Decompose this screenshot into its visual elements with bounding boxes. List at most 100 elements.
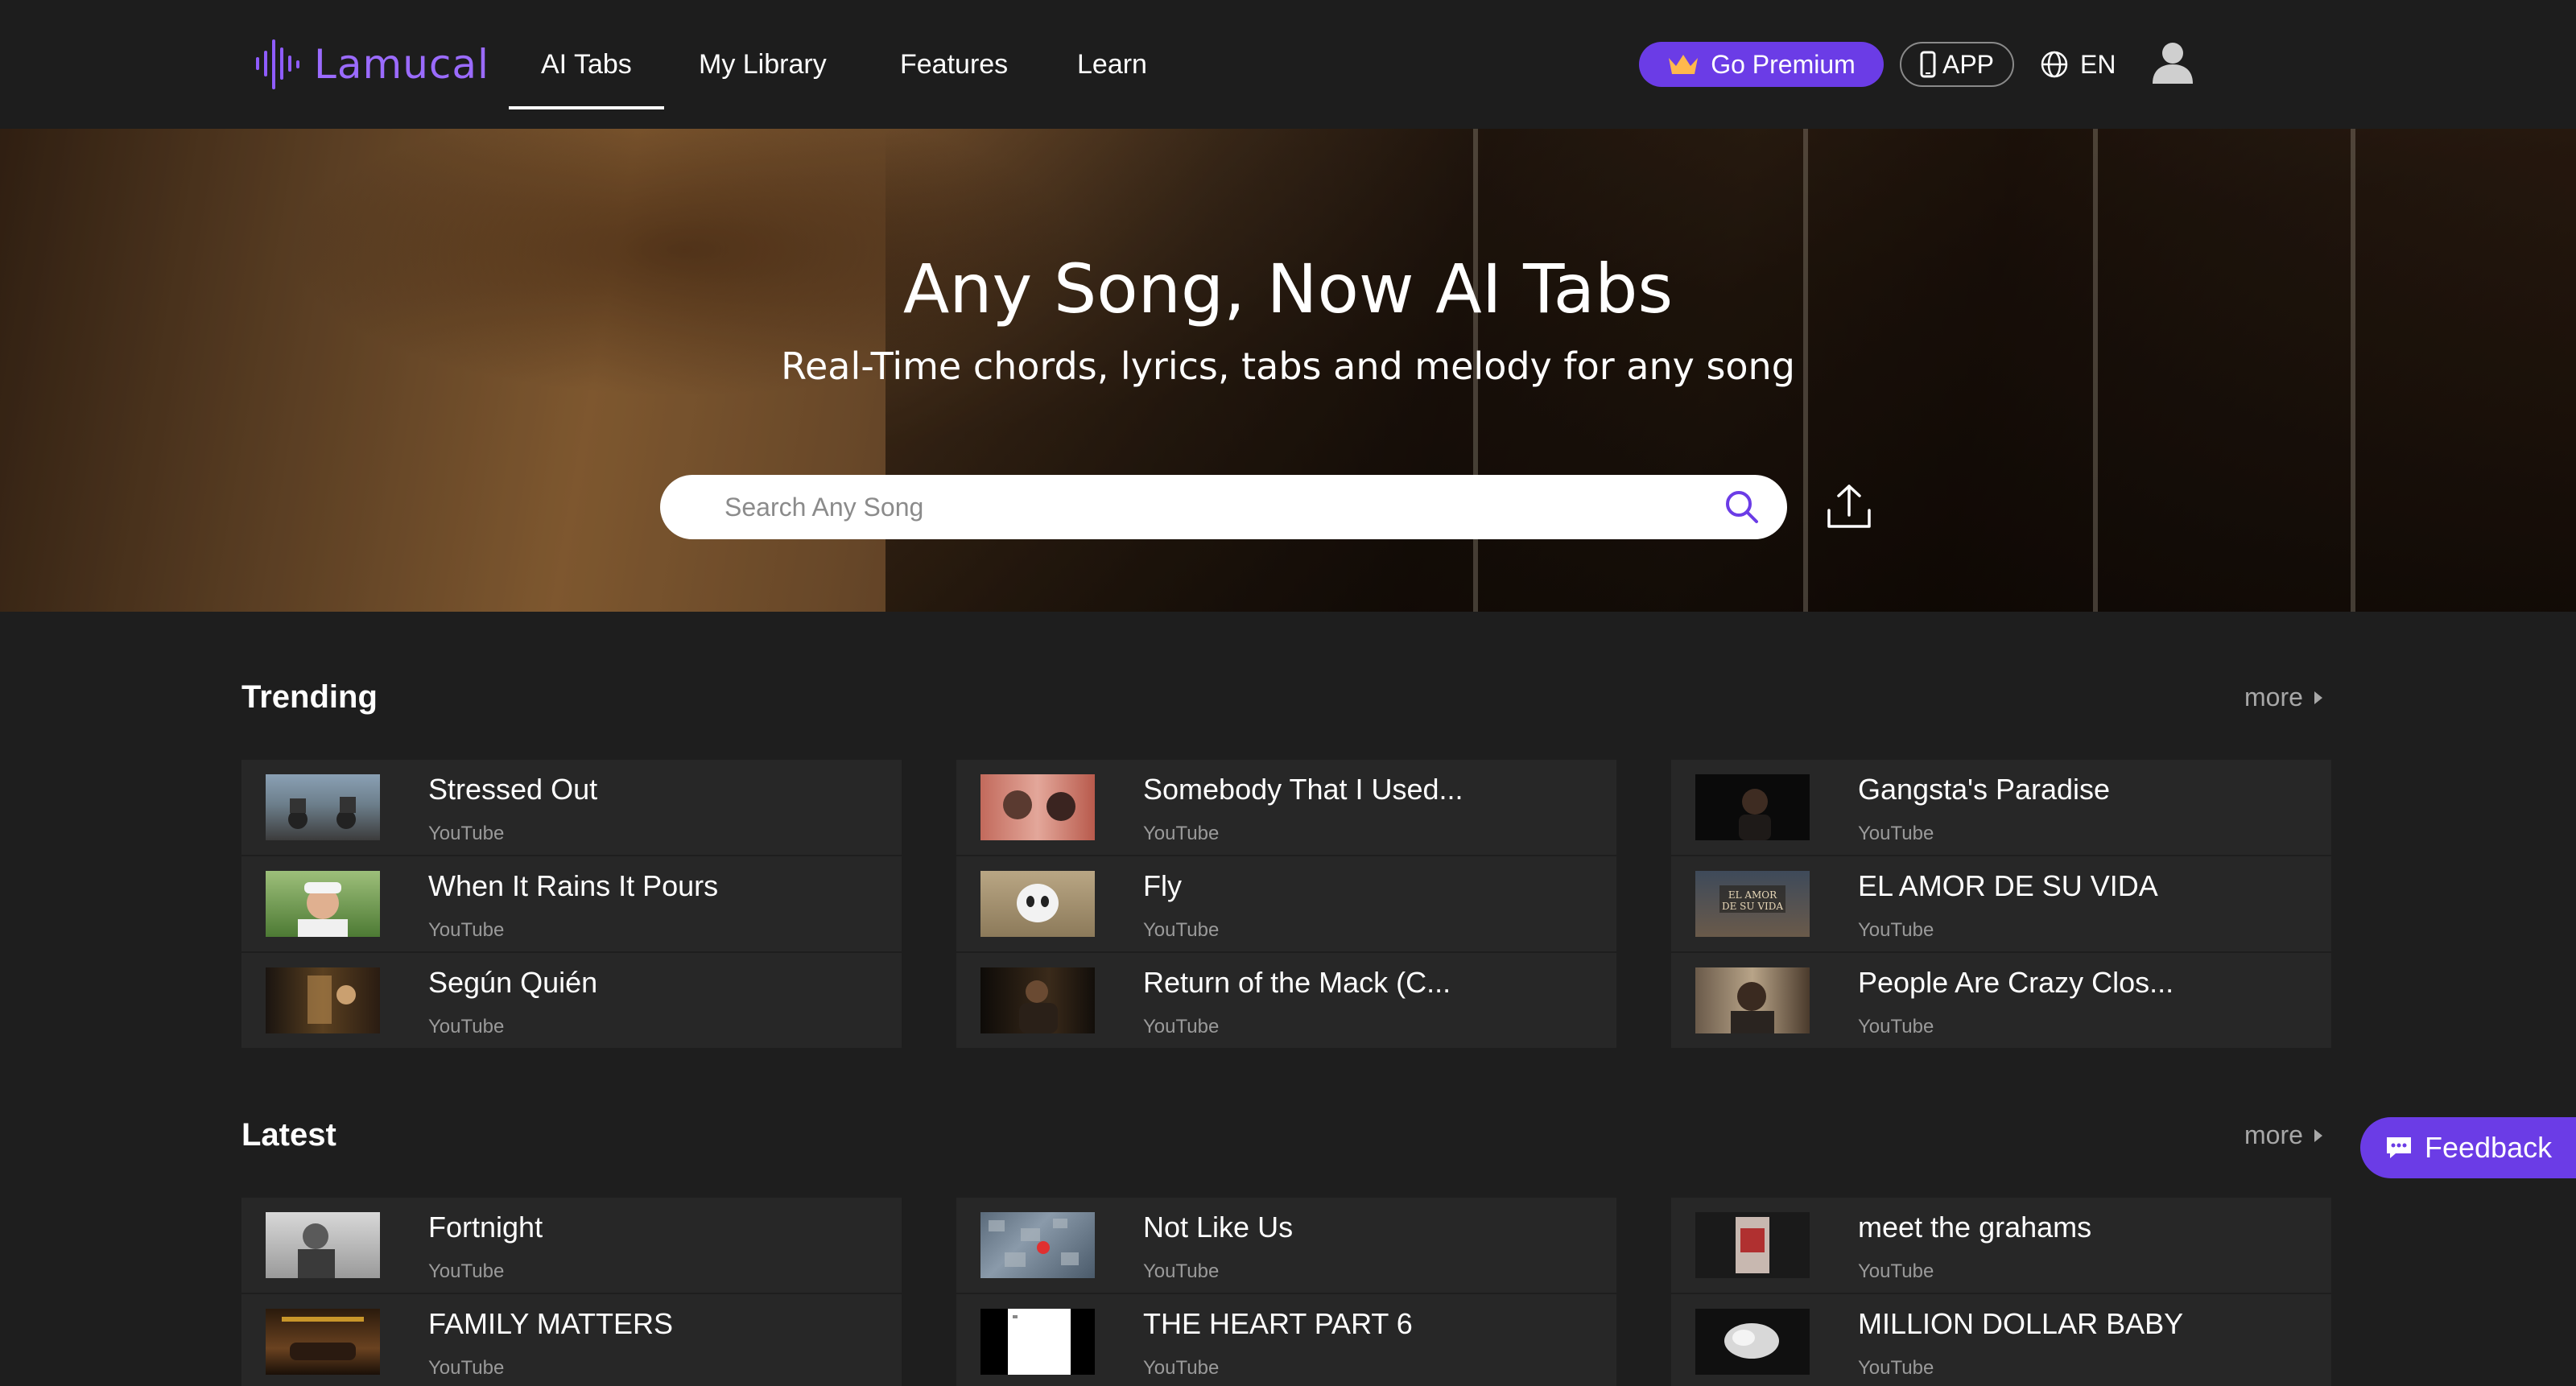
upload-icon[interactable] — [1826, 483, 1872, 530]
song-thumbnail: EL AMOR DE SU VIDA — [1695, 871, 1810, 937]
song-source: YouTube — [428, 919, 505, 941]
song-row[interactable]: Somebody That I Used... YouTube — [956, 760, 1616, 856]
trending-column: Somebody That I Used... YouTube Fly YouT… — [956, 760, 1616, 1050]
song-title: Not Like Us — [1143, 1211, 1294, 1244]
song-thumbnail — [980, 1309, 1095, 1375]
song-row[interactable]: Fly YouTube — [956, 856, 1616, 953]
song-thumbnail — [980, 1212, 1095, 1278]
language-label: EN — [2080, 49, 2116, 79]
song-source: YouTube — [428, 1357, 505, 1379]
song-source: YouTube — [428, 823, 505, 844]
song-thumbnail — [266, 1309, 380, 1375]
song-source: YouTube — [1143, 919, 1220, 941]
song-source: YouTube — [1858, 1016, 1934, 1037]
song-source: YouTube — [1858, 1357, 1934, 1379]
song-title: When It Rains It Pours — [428, 869, 719, 902]
latest-column: Fortnight YouTube FAMILY MATTERS YouTube — [242, 1198, 902, 1386]
song-thumbnail — [980, 774, 1095, 840]
song-row[interactable]: EL AMOR DE SU VIDA EL AMOR DE SU VIDA You… — [1671, 856, 2331, 953]
song-source: YouTube — [1143, 1016, 1220, 1037]
song-title: meet the grahams — [1858, 1211, 2092, 1244]
song-thumbnail — [266, 1212, 380, 1278]
song-source: YouTube — [428, 1260, 505, 1282]
globe-icon — [2041, 51, 2068, 78]
song-row[interactable]: FAMILY MATTERS YouTube — [242, 1294, 902, 1386]
song-thumbnail — [266, 967, 380, 1033]
song-thumbnail — [266, 774, 380, 840]
nav-ai-tabs[interactable]: AI Tabs — [509, 42, 664, 109]
app-download-button[interactable]: APP — [1900, 42, 2014, 87]
song-row[interactable]: Stressed Out YouTube — [242, 760, 902, 856]
song-title: MILLION DOLLAR BABY — [1858, 1307, 2184, 1340]
song-source: YouTube — [1143, 823, 1220, 844]
song-source: YouTube — [1858, 823, 1934, 844]
song-thumbnail — [1695, 967, 1810, 1033]
search-input[interactable] — [724, 475, 1674, 539]
trending-more-label: more — [2244, 683, 2303, 712]
latest-column: meet the grahams YouTube MILLION DOLLAR … — [1671, 1198, 2331, 1386]
song-row[interactable]: Not Like Us YouTube — [956, 1198, 1616, 1294]
song-thumbnail — [980, 871, 1095, 937]
nav-learn[interactable]: Learn — [1077, 42, 1147, 87]
go-premium-button[interactable]: Go Premium — [1639, 42, 1884, 87]
song-title: Fortnight — [428, 1211, 543, 1244]
latest-more-link[interactable]: more — [2244, 1120, 2322, 1150]
song-title: People Are Crazy Clos... — [1858, 966, 2174, 999]
nav-my-library[interactable]: My Library — [699, 42, 827, 87]
app-label: APP — [1942, 49, 1995, 79]
caret-right-icon — [2314, 1128, 2322, 1142]
song-row[interactable]: THE HEART PART 6 YouTube — [956, 1294, 1616, 1386]
trending-column: Gangsta's Paradise YouTube EL AMOR DE SU … — [1671, 760, 2331, 1050]
latest-more-label: more — [2244, 1120, 2303, 1149]
song-title: Según Quién — [428, 966, 598, 999]
song-row[interactable]: meet the grahams YouTube — [1671, 1198, 2331, 1294]
song-thumbnail — [980, 967, 1095, 1033]
user-avatar-icon[interactable] — [2151, 40, 2194, 85]
svg-text:DE SU VIDA: DE SU VIDA — [1722, 901, 1783, 912]
song-source: YouTube — [428, 1016, 505, 1037]
song-row[interactable]: Return of the Mack (C... YouTube — [956, 953, 1616, 1050]
trending-more-link[interactable]: more — [2244, 683, 2322, 712]
song-row[interactable]: Fortnight YouTube — [242, 1198, 902, 1294]
lamucal-logo[interactable]: Lamucal — [254, 34, 489, 95]
latest-column: Not Like Us YouTube THE HEART PART 6 You… — [956, 1198, 1616, 1386]
crown-icon — [1669, 55, 1699, 74]
top-nav-bar: Lamucal AI Tabs My Library Features Lear… — [0, 0, 2576, 129]
caret-right-icon — [2314, 691, 2322, 704]
phone-icon — [1920, 51, 1936, 78]
feedback-button[interactable]: Feedback — [2360, 1117, 2576, 1178]
search-icon[interactable] — [1724, 489, 1760, 525]
sound-wave-logo-icon — [256, 39, 299, 89]
latest-grid: Fortnight YouTube FAMILY MATTERS YouTube… — [242, 1198, 2334, 1386]
song-title: Fly — [1143, 869, 1182, 902]
feedback-label: Feedback — [2425, 1131, 2553, 1164]
logo-text: Lamucal — [314, 41, 489, 88]
song-row[interactable]: MILLION DOLLAR BABY YouTube — [1671, 1294, 2331, 1386]
song-source: YouTube — [1858, 1260, 1934, 1282]
hero-title: Any Song, Now AI Tabs — [902, 250, 1674, 328]
song-source: YouTube — [1858, 919, 1934, 941]
trending-grid: Stressed Out YouTube When It Rains It Po… — [242, 760, 2334, 1050]
song-row[interactable]: Gangsta's Paradise YouTube — [1671, 760, 2331, 856]
hero-subtitle: Real-Time chords, lyrics, tabs and melod… — [781, 344, 1795, 388]
song-title: Gangsta's Paradise — [1858, 773, 2111, 806]
language-selector[interactable]: EN — [2040, 42, 2116, 87]
song-row[interactable]: People Are Crazy Clos... YouTube — [1671, 953, 2331, 1050]
song-thumbnail — [1695, 774, 1810, 840]
song-title: THE HEART PART 6 — [1143, 1307, 1413, 1340]
song-row[interactable]: Según Quién YouTube — [242, 953, 902, 1050]
trending-column: Stressed Out YouTube When It Rains It Po… — [242, 760, 902, 1050]
search-bar[interactable] — [660, 475, 1787, 539]
song-title: Somebody That I Used... — [1143, 773, 1463, 806]
nav-features[interactable]: Features — [900, 42, 1008, 87]
song-thumbnail — [1695, 1309, 1810, 1375]
song-title: EL AMOR DE SU VIDA — [1858, 869, 2158, 902]
song-source: YouTube — [1143, 1260, 1220, 1282]
song-row[interactable]: When It Rains It Pours YouTube — [242, 856, 902, 953]
chat-bubble-icon — [2387, 1137, 2411, 1158]
song-thumbnail — [1695, 1212, 1810, 1278]
trending-title: Trending — [242, 679, 378, 715]
song-title: FAMILY MATTERS — [428, 1307, 674, 1340]
song-source: YouTube — [1143, 1357, 1220, 1379]
go-premium-label: Go Premium — [1711, 49, 1856, 79]
